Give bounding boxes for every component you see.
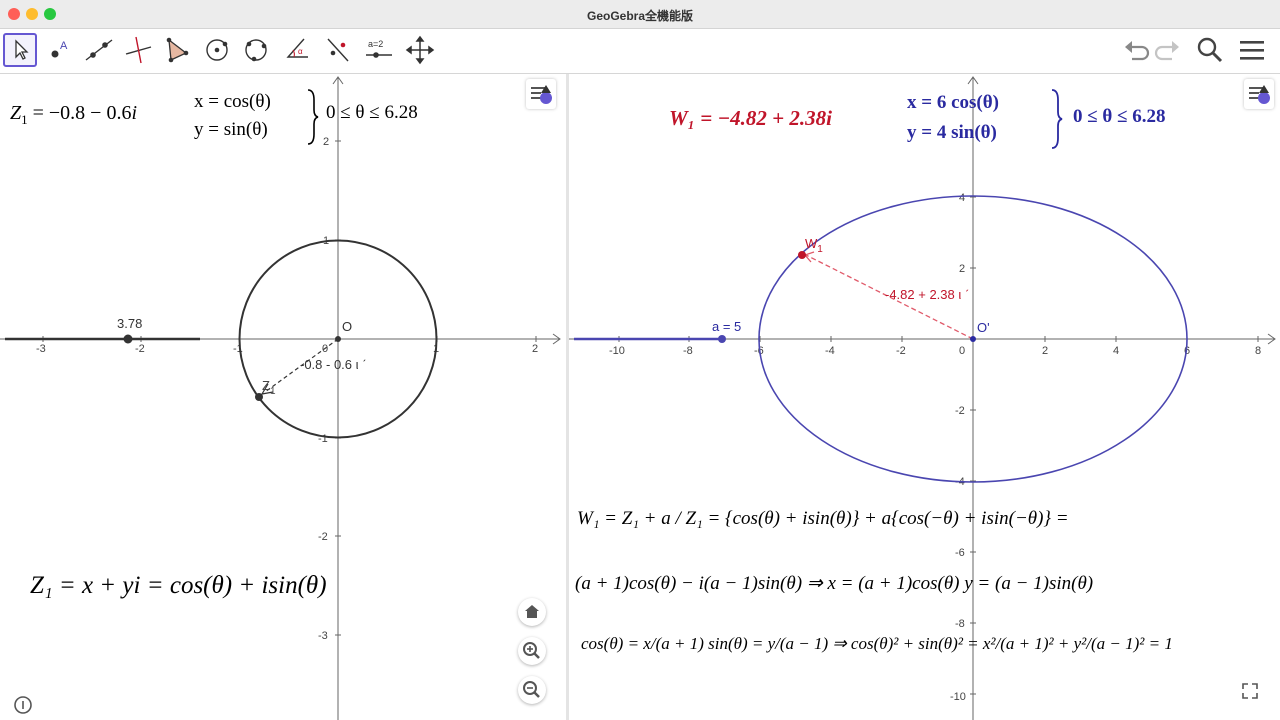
a-slider-handle[interactable] [718,335,726,343]
info-icon[interactable] [12,694,34,720]
x-tick-2: 0 [959,345,965,357]
origin-label-2: O' [977,320,990,335]
x-tick-2: -2 [896,345,906,357]
vector-w1-label: -4.82 + 2.38 ι ˊ [885,287,969,302]
y-tick-2: 4 [959,192,965,204]
param-brace-1 [307,89,319,145]
w1-value-text: W₁ = −4.82 + 2.38i [669,106,832,130]
origin-point[interactable] [335,336,341,342]
param-range-text: 0 ≤ θ ≤ 6.28 [326,102,418,123]
undo-icon[interactable] [1122,35,1150,70]
y-tick-2: -8 [955,618,965,630]
point-z1[interactable] [255,393,263,401]
param-x-text-2: x = 6 cos(θ) [907,92,999,113]
param-y-text-2: y = 4 sin(θ) [907,122,997,143]
point-w1[interactable] [798,251,806,259]
style-bar-toggle-2[interactable] [1244,79,1274,109]
y-tick-2: -10 [950,691,966,703]
origin-point-2[interactable] [970,336,976,342]
param-x-text: x = cos(θ) [194,91,271,112]
a-slider-label: a = 5 [712,319,741,334]
toolbar: A α a=2 [0,29,1280,74]
param-brace-2 [1051,89,1063,149]
slider-tool-icon[interactable]: a=2 [362,33,396,67]
window-title: GeoGebra全機能版 [586,9,694,23]
x-tick-2: 8 [1255,345,1261,357]
x-tick-2: -4 [825,345,835,357]
formula-3: cos(θ) = x/(a + 1) sin(θ) = y/(a − 1) ⇒ … [581,634,1173,653]
ellipse-param: x = 6 cos(θ) y = 4 sin(θ) [907,88,999,148]
y-tick: 2 [323,136,329,148]
slider-tool-label: a=2 [368,39,383,49]
move-view-tool-icon[interactable] [403,33,437,67]
graphics-view-2[interactable]: -10 -8 -6 -4 -2 0 2 4 6 8 4 2 -2 -4 -6 -… [569,74,1280,720]
vector-w1-arrowhead [803,251,815,263]
home-icon[interactable] [518,598,546,626]
angle-tool-icon[interactable]: α [280,33,314,67]
svg-text:α: α [298,47,303,56]
theta-slider-value: 3.78 [117,316,142,331]
graphics-view-1-canvas[interactable]: -3 -2 -1 0 1 2 2 1 -1 -2 -3 O Z1 -0.8 - … [0,74,566,720]
formula-2: (a + 1)cos(θ) − i(a − 1)sin(θ) ⇒ x = (a … [575,573,1094,594]
origin-label: O [342,319,352,334]
param-y-text: y = sin(θ) [194,119,268,140]
param-range-text-2: 0 ≤ θ ≤ 6.28 [1073,106,1166,127]
fullscreen-icon[interactable] [1239,680,1261,707]
title-bar: GeoGebra全機能版 [0,0,1280,29]
zoom-out-icon[interactable] [518,676,546,704]
z1-definition-text: Z₁ = x + yi = cos(θ) + isin(θ) [30,572,327,599]
circle-three-points-tool-icon[interactable] [239,33,273,67]
y-tick-2: -6 [955,547,965,559]
line-tool-icon[interactable] [82,33,116,67]
zoom-in-icon[interactable] [518,637,546,665]
circle-tool-icon[interactable] [200,33,234,67]
x-tick-2: -8 [683,345,693,357]
x-tick: -2 [135,343,145,355]
unit-circle-param: x = cos(θ) y = sin(θ) [194,88,271,144]
search-icon[interactable] [1196,35,1224,70]
svg-text:A: A [60,40,68,52]
y-tick-labels-2: 4 2 -2 -4 -6 -8 -10 [950,192,976,703]
x-tick-2: -10 [609,345,625,357]
x-tick-2: 4 [1113,345,1119,357]
x-tick: -3 [36,343,46,355]
x-tick: 2 [532,343,538,355]
graphics-view-2-canvas[interactable]: -10 -8 -6 -4 -2 0 2 4 6 8 4 2 -2 -4 -6 -… [569,74,1280,720]
polygon-tool-icon[interactable] [160,33,194,67]
redo-icon[interactable] [1154,35,1182,70]
y-tick: -2 [318,531,328,543]
menu-icon[interactable] [1238,35,1266,70]
z1-value-text: Z1 = −0.8 − 0.6i [10,102,138,127]
y-tick: -3 [318,630,328,642]
vector-z1-label: -0.8 - 0.6 ι ˊ [300,357,366,372]
x-tick-2: 2 [1042,345,1048,357]
y-tick-2: -2 [955,405,965,417]
formula-1: W₁ = Z₁ + a / Z₁ = {cos(θ) + isin(θ)} + … [577,508,1069,529]
move-tool-icon[interactable] [3,33,37,67]
style-bar-toggle-1[interactable] [526,79,556,109]
perpendicular-tool-icon[interactable] [121,33,155,67]
theta-slider-handle[interactable] [123,334,133,344]
reflect-tool-icon[interactable] [321,33,355,67]
y-tick-2: 2 [959,263,965,275]
point-tool-icon[interactable]: A [43,33,77,67]
graphics-view-1[interactable]: -3 -2 -1 0 1 2 2 1 -1 -2 -3 O Z1 -0.8 - … [0,74,566,720]
